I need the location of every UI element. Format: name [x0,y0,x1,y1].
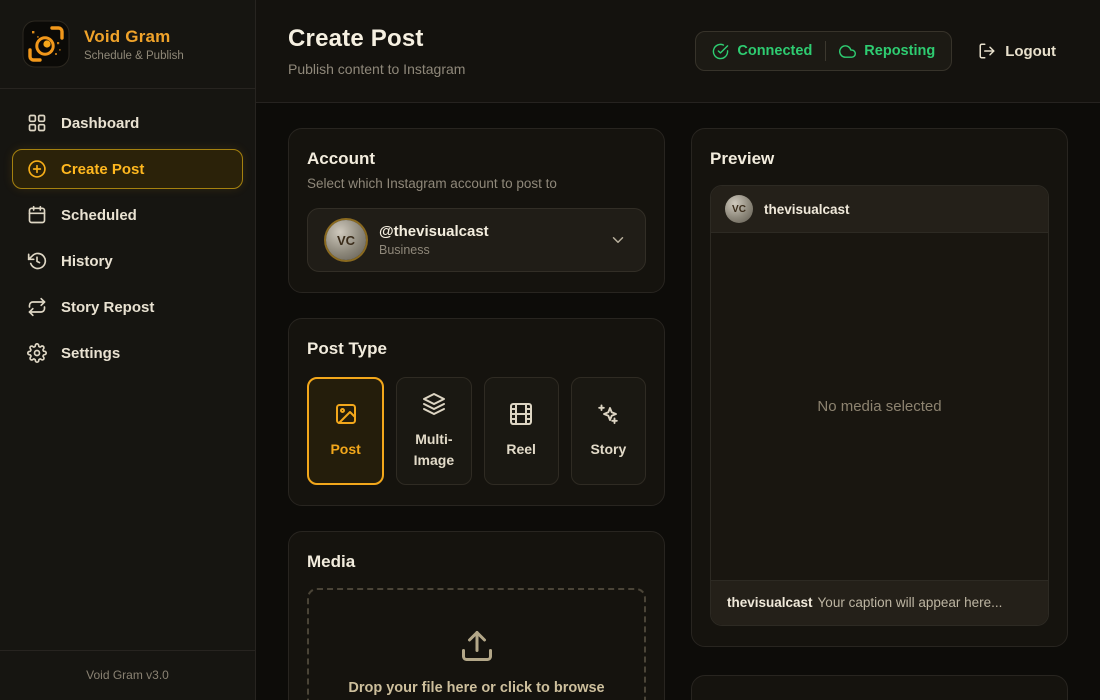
post-type-label: Story [590,439,626,459]
sidebar-nav: Dashboard Create Post Scheduled History … [0,89,255,650]
account-card-subtitle: Select which Instagram account to post t… [307,176,646,191]
app-name: Void Gram [84,27,184,47]
upload-icon [459,628,495,664]
account-avatar: VC [326,220,366,260]
main-area: Create Post Publish content to Instagram… [256,0,1100,700]
sidebar-item-label: Story Repost [61,299,154,316]
instagram-post-preview: VC thevisualcast No media selected thevi… [710,185,1049,626]
page-subtitle: Publish content to Instagram [288,61,465,77]
account-handle: @thevisualcast [379,223,489,240]
app-version: Void Gram v3.0 [0,650,255,700]
reposting-status-label: Reposting [864,43,935,59]
status-badge-group: Connected Reposting [695,31,952,71]
preview-caption-placeholder: Your caption will appear here... [818,595,1003,610]
media-card-title: Media [307,552,646,572]
sidebar: Void Gram Schedule & Publish Dashboard C… [0,0,256,700]
app-logo-icon [22,20,70,68]
sidebar-item-create-post[interactable]: Create Post [12,149,243,189]
media-card: Media Drop your file here or click to br… [288,531,665,700]
logout-label: Logout [1005,43,1056,60]
sidebar-item-story-repost[interactable]: Story Repost [12,287,243,327]
preview-username: thevisualcast [764,202,850,217]
image-icon [334,402,358,426]
badge-divider [825,41,826,61]
post-type-card-title: Post Type [307,339,646,359]
repeat-icon [27,297,47,317]
preview-caption: thevisualcast Your caption will appear he… [711,580,1048,625]
account-card: Account Select which Instagram account t… [288,128,665,293]
layers-icon [422,392,446,416]
post-type-card: Post Type Post Multi-Image [288,318,665,506]
post-type-option-story[interactable]: Story [571,377,646,485]
sidebar-item-history[interactable]: History [12,241,243,281]
preview-card: Preview VC thevisualcast No media select… [691,128,1068,647]
sidebar-item-settings[interactable]: Settings [12,333,243,373]
sidebar-item-label: Settings [61,345,120,362]
film-icon [509,402,533,426]
preview-card-title: Preview [710,149,1049,169]
history-icon [27,251,47,271]
content-area: Account Select which Instagram account t… [256,103,1100,700]
preview-column: Preview VC thevisualcast No media select… [691,128,1068,700]
check-circle-icon [712,43,729,60]
account-select[interactable]: VC @thevisualcast Business [307,208,646,272]
reposting-status-badge: Reposting [839,43,935,60]
preview-caption-username: thevisualcast [727,595,813,610]
sidebar-item-label: History [61,253,113,270]
account-card-title: Account [307,149,646,169]
sparkles-icon [596,402,620,426]
preview-media-area: No media selected [711,233,1048,580]
media-dropzone[interactable]: Drop your file here or click to browse [307,588,646,700]
sidebar-item-scheduled[interactable]: Scheduled [12,195,243,235]
no-media-placeholder: No media selected [817,398,941,415]
post-type-option-reel[interactable]: Reel [484,377,559,485]
cloud-icon [839,43,856,60]
connected-status-label: Connected [737,43,812,59]
sidebar-item-dashboard[interactable]: Dashboard [12,103,243,143]
grid-icon [27,113,47,133]
post-type-option-multi-image[interactable]: Multi-Image [396,377,471,485]
post-type-label: Multi-Image [403,429,464,470]
sidebar-item-label: Create Post [61,161,144,178]
page-title: Create Post [288,25,465,53]
sidebar-item-label: Dashboard [61,115,139,132]
connected-status-badge: Connected [712,43,812,60]
plus-circle-icon [27,159,47,179]
preview-post-header: VC thevisualcast [711,186,1048,233]
calendar-icon [27,205,47,225]
app-logo-block: Void Gram Schedule & Publish [0,0,255,89]
dropzone-text: Drop your file here or click to browse [348,680,604,696]
preview-avatar: VC [725,195,753,223]
gear-icon [27,343,47,363]
logout-button[interactable]: Logout [978,42,1056,60]
topbar: Create Post Publish content to Instagram… [256,0,1100,103]
form-column: Account Select which Instagram account t… [288,128,665,700]
post-type-label: Reel [506,439,536,459]
chevron-down-icon [609,231,627,249]
account-type: Business [379,243,489,257]
next-section-card [691,675,1068,700]
logout-icon [978,42,996,60]
sidebar-item-label: Scheduled [61,207,137,224]
post-type-option-post[interactable]: Post [307,377,384,485]
app-tagline: Schedule & Publish [84,50,184,62]
post-type-label: Post [330,439,360,459]
